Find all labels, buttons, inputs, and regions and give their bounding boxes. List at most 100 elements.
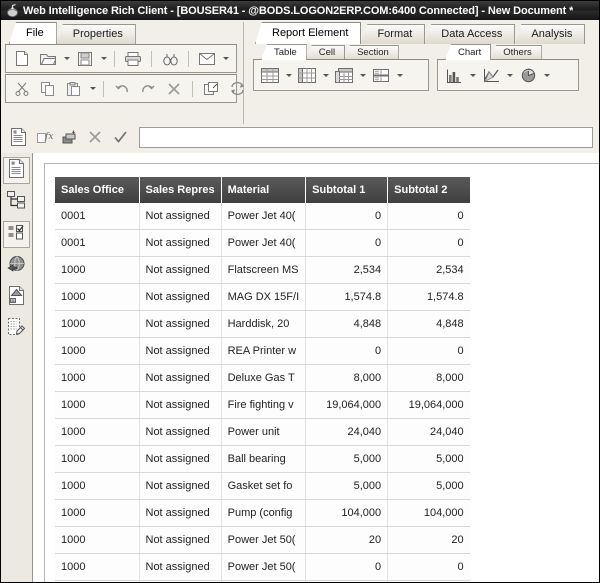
table-cell[interactable]: Harddisk, 20: [221, 311, 306, 338]
toggle-side-panel-button[interactable]: [4, 123, 32, 151]
table-cell[interactable]: Power Jet 50(: [221, 554, 306, 581]
cancel-formula-button[interactable]: [83, 125, 107, 149]
subtab-others[interactable]: Others: [490, 45, 542, 60]
table-cell[interactable]: 19,064,000: [388, 392, 470, 419]
tab-file[interactable]: File: [9, 22, 57, 44]
table-cell[interactable]: 5,000: [306, 446, 388, 473]
undo-button[interactable]: [110, 77, 134, 101]
table-cell[interactable]: 0: [388, 230, 470, 257]
table-cell[interactable]: 0001: [55, 203, 139, 230]
table-cell[interactable]: 0001: [55, 230, 139, 257]
report-canvas[interactable]: Sales Office Sales Repres Material Subto…: [33, 153, 599, 582]
insert-vertical-table-caret-icon[interactable]: [321, 64, 330, 86]
open-document-caret-icon[interactable]: [62, 48, 71, 70]
table-cell[interactable]: 1000: [55, 419, 139, 446]
table-cell[interactable]: 1000: [55, 500, 139, 527]
table-cell[interactable]: Not assigned: [139, 527, 221, 554]
table-row[interactable]: 1000Not assignedIndustry Clea2020: [55, 581, 470, 583]
table-cell[interactable]: 1,574.8: [306, 284, 388, 311]
tab-report-element[interactable]: Report Element: [255, 22, 361, 44]
table-cell[interactable]: Not assigned: [139, 446, 221, 473]
table-cell[interactable]: Gasket set fo: [221, 473, 306, 500]
table-cell[interactable]: Power Jet 40(: [221, 230, 306, 257]
table-row[interactable]: 1000Not assignedHarddisk, 204,8484,848: [55, 311, 470, 338]
insert-bar-chart-button[interactable]: [442, 63, 466, 87]
table-row[interactable]: 1000Not assignedDeluxe Gas T8,0008,000: [55, 365, 470, 392]
table-cell[interactable]: Ball bearing: [221, 446, 306, 473]
table-cell[interactable]: Industry Clea: [221, 581, 306, 583]
table-cell[interactable]: 8,000: [306, 365, 388, 392]
table-cell[interactable]: 0: [306, 554, 388, 581]
table-cell[interactable]: Not assigned: [139, 473, 221, 500]
sidebar-item-web-service[interactable]: [4, 254, 29, 279]
table-cell[interactable]: 24,040: [388, 419, 470, 446]
report-table[interactable]: Sales Office Sales Repres Material Subto…: [55, 177, 470, 582]
delete-button[interactable]: [162, 77, 186, 101]
table-cell[interactable]: 20: [306, 581, 388, 583]
sidebar-item-available-objects[interactable]: [4, 285, 29, 310]
column-header-material[interactable]: Material: [221, 177, 306, 203]
table-cell[interactable]: 0: [388, 554, 470, 581]
insert-form-table-caret-icon[interactable]: [395, 64, 404, 86]
table-cell[interactable]: 1000: [55, 527, 139, 554]
table-row[interactable]: 1000Not assignedPower Jet 50(00: [55, 554, 470, 581]
column-header-subtotal-1[interactable]: Subtotal 1: [306, 177, 388, 203]
report-page[interactable]: Sales Office Sales Repres Material Subto…: [44, 163, 599, 582]
table-cell[interactable]: MAG DX 15F/I: [221, 284, 306, 311]
redo-button[interactable]: [136, 77, 160, 101]
insert-bar-chart-caret-icon[interactable]: [468, 64, 477, 86]
table-cell[interactable]: 1000: [55, 365, 139, 392]
table-row[interactable]: 0001Not assignedPower Jet 40(00: [55, 230, 470, 257]
insert-pie-chart-button[interactable]: [516, 63, 540, 87]
table-cell[interactable]: 20: [388, 581, 470, 583]
column-header-subtotal-2[interactable]: Subtotal 2: [388, 177, 470, 203]
table-row[interactable]: 1000Not assignedBall bearing5,0005,000: [55, 446, 470, 473]
table-cell[interactable]: 24,040: [306, 419, 388, 446]
save-document-caret-icon[interactable]: [99, 48, 108, 70]
table-cell[interactable]: REA Printer w: [221, 338, 306, 365]
table-cell[interactable]: 20: [388, 527, 470, 554]
table-row[interactable]: 1000Not assignedFire fighting v19,064,00…: [55, 392, 470, 419]
sidebar-item-input-controls[interactable]: [3, 221, 30, 248]
find-button[interactable]: [158, 47, 182, 71]
tab-analysis[interactable]: Analysis: [514, 24, 585, 44]
table-cell[interactable]: Not assigned: [139, 581, 221, 583]
sidebar-item-document-structure[interactable]: [4, 316, 29, 341]
table-cell[interactable]: 2,534: [388, 257, 470, 284]
table-cell[interactable]: 1000: [55, 284, 139, 311]
table-row[interactable]: 1000Not assignedREA Printer w00: [55, 338, 470, 365]
table-row[interactable]: 1000Not assignedGasket set fo5,0005,000: [55, 473, 470, 500]
table-cell[interactable]: 104,000: [306, 500, 388, 527]
sidebar-item-report-summary[interactable]: [3, 157, 30, 184]
table-row[interactable]: 1000Not assignedMAG DX 15F/I1,574.81,574…: [55, 284, 470, 311]
print-button[interactable]: [121, 47, 145, 71]
table-cell[interactable]: Flatscreen MS: [221, 257, 306, 284]
insert-line-chart-caret-icon[interactable]: [505, 64, 514, 86]
table-cell[interactable]: Not assigned: [139, 203, 221, 230]
table-cell[interactable]: Deluxe Gas T: [221, 365, 306, 392]
table-cell[interactable]: 4,848: [388, 311, 470, 338]
table-cell[interactable]: 0: [388, 203, 470, 230]
insert-table-button[interactable]: [258, 63, 282, 87]
table-cell[interactable]: Power unit: [221, 419, 306, 446]
subtab-table[interactable]: Table: [261, 44, 307, 60]
open-document-button[interactable]: [36, 47, 60, 71]
table-cell[interactable]: Not assigned: [139, 365, 221, 392]
formula-input[interactable]: [139, 127, 593, 148]
table-row[interactable]: 1000Not assignedPower unit24,04024,040: [55, 419, 470, 446]
paste-button[interactable]: [62, 77, 86, 101]
insert-line-chart-button[interactable]: [479, 63, 503, 87]
table-row[interactable]: 1000Not assignedFlatscreen MS2,5342,534: [55, 257, 470, 284]
column-header-sales-representative[interactable]: Sales Repres: [139, 177, 221, 203]
paste-caret-icon[interactable]: [88, 78, 97, 100]
insert-form-table-button[interactable]: [369, 63, 393, 87]
table-cell[interactable]: 1,574.8: [388, 284, 470, 311]
table-cell[interactable]: 1000: [55, 392, 139, 419]
email-caret-icon[interactable]: [221, 48, 230, 70]
table-cell[interactable]: 1000: [55, 311, 139, 338]
table-cell[interactable]: 1000: [55, 446, 139, 473]
table-row[interactable]: 1000Not assignedPump (config104,000104,0…: [55, 500, 470, 527]
create-variable-button[interactable]: [58, 125, 82, 149]
table-cell[interactable]: Not assigned: [139, 311, 221, 338]
table-cell[interactable]: 0: [306, 203, 388, 230]
